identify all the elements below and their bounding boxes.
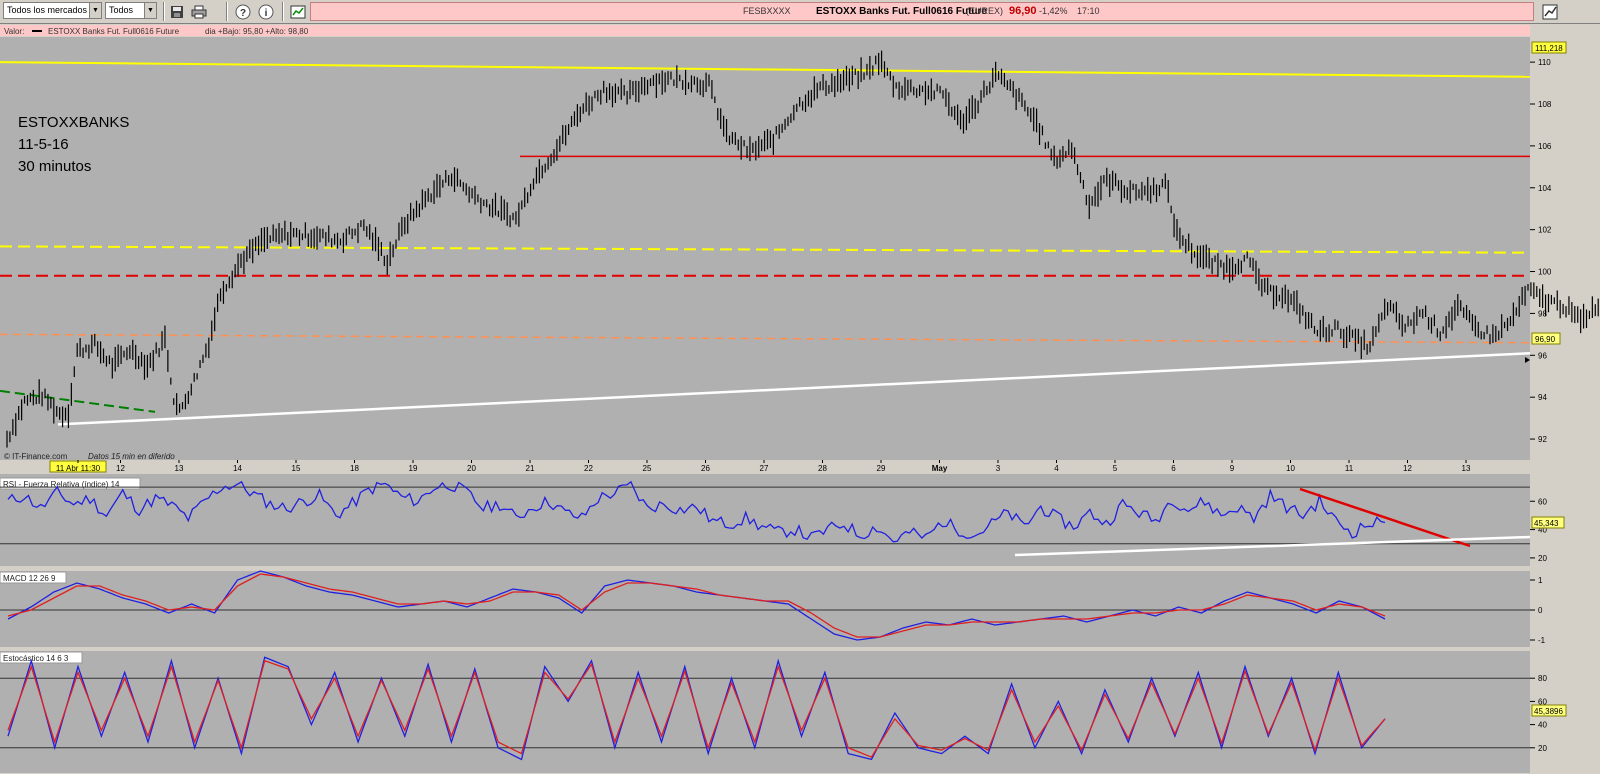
save-button[interactable]: [167, 2, 187, 21]
print-icon: [191, 5, 207, 18]
chart-button[interactable]: [1540, 2, 1560, 21]
x-axis-label: 15: [292, 464, 301, 473]
main-y-tick-label: 108: [1538, 100, 1552, 109]
window-button[interactable]: [288, 2, 308, 21]
x-axis-label: 5: [1113, 464, 1118, 473]
ticker-change: -1,42%: [1039, 6, 1068, 16]
chevron-down-icon[interactable]: ▼: [89, 3, 101, 18]
main-panel-header-label: Valor:: [4, 27, 24, 36]
x-axis-label: 13: [175, 464, 184, 473]
main-y-tick-label: 104: [1538, 184, 1552, 193]
filter-select[interactable]: Todos ▼: [105, 2, 157, 19]
svg-text:i: i: [265, 8, 268, 19]
window-icon: [290, 5, 306, 18]
info-icon: i: [258, 4, 274, 19]
x-axis-label: 3: [996, 464, 1001, 473]
svg-text:?: ?: [240, 8, 246, 19]
save-icon: [171, 5, 183, 18]
x-axis-label: 28: [818, 464, 827, 473]
ticker-bar: FESBXXXX ESTOXX Banks Fut. Full0616 Futu…: [310, 2, 1534, 21]
macd-plot[interactable]: [0, 571, 1530, 647]
rsi-value: 45,343: [1534, 519, 1559, 528]
x-axis-label: 27: [760, 464, 769, 473]
x-axis-label: 4: [1054, 464, 1059, 473]
x-axis-label: 22: [584, 464, 593, 473]
filter-select-value: Todos: [109, 5, 134, 15]
x-axis-label: May: [932, 464, 948, 473]
rsi-title: RSI - Fuerza Relativa (índice) 14: [3, 480, 120, 489]
x-axis-label: 29: [877, 464, 886, 473]
market-select-value: Todos los mercados: [7, 5, 88, 15]
legend-name: ESTOXX Banks Fut. Full0616 Future: [48, 27, 180, 36]
annotation-line-1: ESTOXXBANKS: [18, 114, 129, 131]
macd-title: MACD 12 26 9: [3, 574, 56, 583]
x-axis-label: 25: [643, 464, 652, 473]
main-y-tick-label: 106: [1538, 142, 1552, 151]
trading-app: Todos los mercados ▼ Todos ▼ ? i FESBXXX…: [0, 0, 1600, 774]
chevron-down-icon[interactable]: ▼: [144, 3, 156, 18]
y-tick-label: 20: [1538, 744, 1547, 753]
print-button[interactable]: [189, 2, 209, 21]
main-y-tick-label: 94: [1538, 393, 1547, 402]
delay-note: Datos 15 min en diferido: [88, 452, 175, 461]
x-axis-label: 12: [1403, 464, 1412, 473]
x-axis-label: 18: [350, 464, 359, 473]
top-price-label: 111,218: [1535, 44, 1563, 53]
y-tick-label: 0: [1538, 606, 1543, 615]
main-y-tick-label: 96: [1538, 351, 1547, 360]
chart-icon: [1542, 4, 1558, 19]
chart-area[interactable]: Valor: ESTOXX Banks Fut. Full0616 Future…: [0, 25, 1600, 774]
legend-detail: dia +Bajo: 95,80 +Alto: 98,80: [205, 27, 309, 36]
y-tick-label: -1: [1538, 636, 1546, 645]
y-tick-label: 80: [1538, 674, 1547, 683]
x-axis-label: 26: [701, 464, 710, 473]
y-tick-label: 1: [1538, 576, 1543, 585]
ticker-name: ESTOXX Banks Fut. Full0616 Future: [816, 6, 987, 17]
toolbar-separator: [282, 2, 284, 21]
x-axis-label: 13: [1462, 464, 1471, 473]
market-select[interactable]: Todos los mercados ▼: [3, 2, 102, 19]
toolbar: Todos los mercados ▼ Todos ▼ ? i FESBXXX…: [0, 0, 1600, 24]
main-plot[interactable]: [0, 37, 1530, 485]
stoch-value: 45,3896: [1534, 707, 1563, 716]
last-price-label: 96,90: [1535, 335, 1556, 344]
ticker-exchange: (EUREX): [966, 6, 1004, 16]
x-axis-label: 6: [1171, 464, 1176, 473]
x-axis-label: 12: [116, 464, 125, 473]
source-note: © IT-Finance.com: [4, 452, 68, 461]
x-axis-label: 20: [467, 464, 476, 473]
help-button[interactable]: ?: [233, 2, 253, 21]
toolbar-separator: [226, 2, 228, 21]
ticker-price: 96,90: [1009, 5, 1037, 17]
main-y-tick-label: 100: [1538, 268, 1552, 277]
y-tick-label: 60: [1538, 497, 1547, 506]
x-axis-label: 14: [233, 464, 242, 473]
stoch-title: Estocástico 14 6 3: [3, 654, 69, 663]
x-axis-label: 11 Abr 11:30: [56, 464, 101, 473]
x-axis-label: 9: [1230, 464, 1235, 473]
annotation-line-3: 30 minutos: [18, 158, 91, 175]
main-y-tick-label: 102: [1538, 226, 1552, 235]
main-y-tick-label: 92: [1538, 435, 1547, 444]
x-axis-label: 21: [526, 464, 535, 473]
help-icon: ?: [235, 4, 251, 19]
main-y-tick-label: 110: [1538, 58, 1551, 67]
legend-swatch: [32, 30, 42, 32]
info-button[interactable]: i: [256, 2, 276, 21]
x-axis-label: 19: [409, 464, 418, 473]
toolbar-separator: [163, 2, 165, 21]
y-tick-label: 20: [1538, 554, 1547, 563]
x-axis-label: 10: [1286, 464, 1295, 473]
y-tick-label: 40: [1538, 721, 1547, 730]
ticker-symbol: FESBXXXX: [743, 6, 791, 16]
annotation-line-2: 11-5-16: [18, 136, 69, 153]
x-axis-label: 11: [1345, 464, 1354, 473]
ticker-time: 17:10: [1077, 6, 1100, 16]
